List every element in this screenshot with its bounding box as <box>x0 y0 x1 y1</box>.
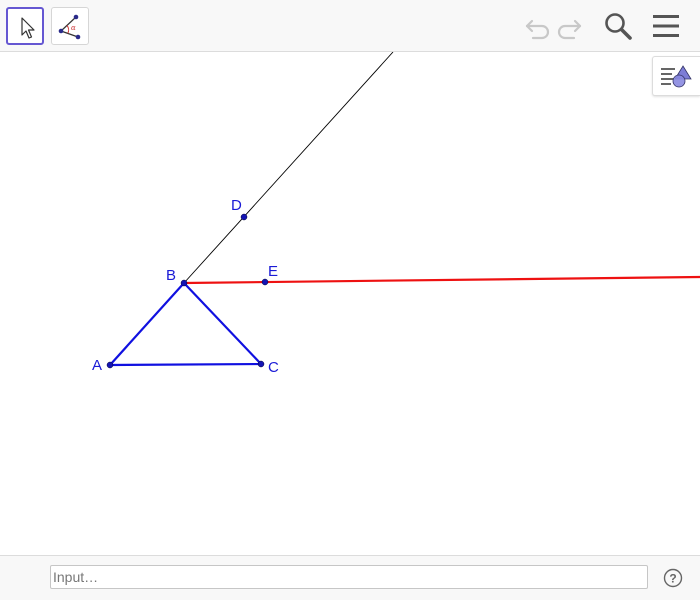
point-d[interactable] <box>240 213 248 221</box>
input-bar: ? <box>0 555 700 600</box>
undo-icon <box>525 19 550 40</box>
redo-icon <box>557 19 582 40</box>
help-button[interactable]: ? <box>662 567 684 589</box>
style-bar-icon <box>661 65 692 88</box>
geogebra-app: α A B C D E Input… ? <box>0 0 700 600</box>
point-b-label: B <box>166 267 176 284</box>
graphics-view[interactable]: A B C D E <box>0 52 700 555</box>
hamburger-menu-icon <box>653 15 679 37</box>
angle-tool-button[interactable]: α <box>51 7 89 45</box>
angle-tool-icon: α <box>58 14 81 40</box>
point-a[interactable] <box>106 361 114 369</box>
style-bar-toggle[interactable] <box>652 56 700 96</box>
search-button[interactable] <box>602 10 634 42</box>
svg-text:?: ? <box>669 572 676 586</box>
input-field[interactable] <box>50 565 648 589</box>
point-d-label: D <box>231 197 242 214</box>
menu-button[interactable] <box>650 10 682 42</box>
point-a-label: A <box>92 357 102 374</box>
point-e-label: E <box>268 263 278 280</box>
search-icon <box>605 13 632 40</box>
help-icon: ? <box>663 568 683 588</box>
point-c[interactable] <box>257 360 265 368</box>
move-tool-button[interactable] <box>6 7 44 45</box>
undo-button[interactable] <box>519 10 551 42</box>
redo-button[interactable] <box>556 10 588 42</box>
svg-text:α: α <box>71 24 76 32</box>
toolbar: α <box>0 0 700 52</box>
point-c-label: C <box>268 359 279 376</box>
ray-bd[interactable] <box>183 52 394 284</box>
arrow-cursor-icon <box>21 17 35 39</box>
triangle-abc[interactable] <box>108 281 263 367</box>
point-b[interactable] <box>180 279 188 287</box>
ray-be[interactable] <box>183 275 700 285</box>
